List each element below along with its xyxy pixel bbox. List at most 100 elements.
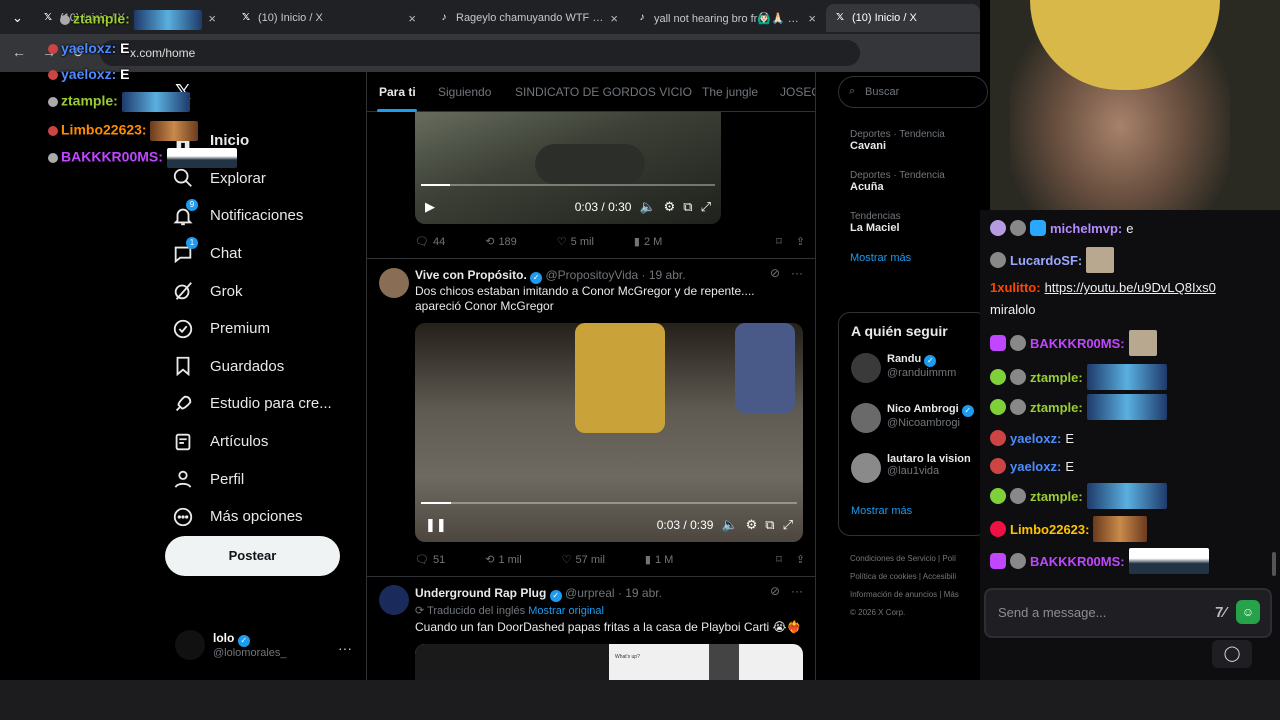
- views-button[interactable]: ▮ 1 M: [645, 553, 673, 567]
- like-button[interactable]: ♡ 5 mil: [557, 235, 594, 249]
- nav-item-mas-opciones[interactable]: Más opciones: [170, 498, 332, 536]
- badge-icon: [60, 15, 70, 25]
- nav-item-chat[interactable]: 1 Chat: [170, 235, 332, 273]
- feed-column: Para ti Siguiendo SINDICATO DE GORDOS VI…: [366, 72, 816, 680]
- video-frame: [535, 144, 645, 184]
- pip-icon[interactable]: ⧉: [765, 517, 774, 533]
- badge-icon: [990, 488, 1006, 504]
- show-original-link[interactable]: Mostrar original: [528, 605, 604, 617]
- close-tab-icon[interactable]: ×: [408, 11, 416, 26]
- pause-icon[interactable]: ❚❚: [425, 517, 447, 533]
- address-bar[interactable]: x.com/home: [100, 40, 860, 66]
- bookmark-icon[interactable]: ⌑: [776, 235, 782, 248]
- tweet-text: Dos chicos estaban imitando a Conor McGr…: [415, 284, 755, 313]
- nav-item-guardados[interactable]: Guardados: [170, 348, 332, 386]
- settings-icon[interactable]: ⚙: [664, 199, 676, 215]
- nav-item-estudio[interactable]: Estudio para cre...: [170, 385, 332, 423]
- 7tv-emote-icon[interactable]: 7⁄: [1215, 604, 1226, 621]
- browser-tab-5-active[interactable]: 𝕏 (10) Inicio / X: [826, 4, 980, 32]
- heart-icon: ♡: [561, 554, 572, 566]
- chat-icon: 1: [170, 236, 198, 267]
- follow-suggestion[interactable]: lautaro la vision @lau1vida: [851, 453, 975, 503]
- chat-bubble-icon[interactable]: ◯: [1212, 640, 1252, 668]
- nav-item-perfil[interactable]: Perfil: [170, 460, 332, 498]
- post-button[interactable]: Postear: [165, 536, 340, 576]
- account-switcher[interactable]: lolo ✓ @lolomorales_: [175, 630, 287, 660]
- more-options-icon[interactable]: ···: [791, 584, 803, 598]
- chat-link[interactable]: https://youtu.be/u9DvLQ8Ixs0: [1045, 280, 1216, 295]
- badge-icon: [1010, 369, 1026, 385]
- verified-badge-icon: ✓: [549, 590, 562, 602]
- grok-icon[interactable]: ⊘: [770, 266, 780, 280]
- emote-image: [1093, 516, 1148, 542]
- share-icon[interactable]: ⇪: [796, 235, 805, 248]
- tab-the-jungle[interactable]: The jungle: [702, 85, 758, 99]
- tab-siguiendo[interactable]: Siguiendo: [438, 85, 491, 99]
- retweet-icon: ⟲: [485, 554, 495, 566]
- reply-button[interactable]: 🗨 44: [415, 235, 445, 249]
- chat-scrollbar[interactable]: [1272, 552, 1276, 576]
- bell-icon: 9: [170, 198, 198, 229]
- retweet-icon: ⟲: [485, 236, 495, 248]
- video-player[interactable]: ❚❚ 0:03 / 0:39 🔈 ⚙ ⧉ ⤢: [415, 323, 803, 542]
- retweet-button[interactable]: ⟲ 1 mil: [485, 553, 521, 567]
- volume-icon[interactable]: 🔈: [721, 517, 737, 533]
- fullscreen-icon[interactable]: ⤢: [701, 199, 711, 215]
- follow-suggestion[interactable]: Randu ✓ @randuimmm: [851, 353, 975, 403]
- tab-joseo[interactable]: JOSEO: [780, 85, 815, 99]
- close-tab-icon[interactable]: ×: [208, 11, 216, 26]
- pip-icon[interactable]: ⧉: [683, 199, 692, 215]
- tab-para-ti[interactable]: Para ti: [379, 85, 416, 99]
- video-progress-bar[interactable]: [421, 184, 715, 186]
- nav-item-premium[interactable]: Premium: [170, 310, 332, 348]
- trend-item[interactable]: Deportes · Tendencia Cavani: [850, 129, 988, 152]
- fullscreen-icon[interactable]: ⤢: [783, 517, 793, 533]
- bookmark-icon[interactable]: ⌑: [776, 553, 782, 566]
- emote-image: [1128, 330, 1157, 356]
- tweet-image[interactable]: What's up?: [415, 644, 803, 680]
- avatar[interactable]: [379, 585, 409, 615]
- search-input[interactable]: ⌕ Buscar: [838, 76, 988, 108]
- browser-tab-3[interactable]: ♪ Rageylo chamuyando WTF #ra ×: [430, 4, 626, 32]
- video-progress-bar[interactable]: [421, 502, 797, 504]
- video-frame: [575, 323, 665, 433]
- show-more-follow-link[interactable]: Mostrar más: [851, 505, 975, 517]
- chat-message: ztample:: [990, 483, 1167, 509]
- browser-tab-2[interactable]: 𝕏 (10) Inicio / X ×: [232, 4, 424, 32]
- play-icon[interactable]: ▶: [425, 199, 435, 215]
- emote-picker-icon[interactable]: ☺: [1236, 600, 1260, 624]
- tab-sindicato[interactable]: SINDICATO DE GORDOS VICIO: [515, 85, 692, 99]
- like-button[interactable]: ♡ 57 mil: [561, 553, 605, 567]
- volume-icon[interactable]: 🔈: [639, 199, 655, 215]
- follow-suggestion[interactable]: Nico Ambrogi ✓ @Nicoambrogi: [851, 403, 975, 453]
- back-arrow-icon[interactable]: ←: [12, 44, 26, 60]
- tweet-header: Underground Rap Plug ✓ @urpreal · 19 abr…: [415, 586, 662, 602]
- show-more-trends-link[interactable]: Mostrar más: [850, 252, 988, 264]
- trend-item[interactable]: Tendencias La Maciel: [850, 211, 988, 234]
- avatar[interactable]: [379, 268, 409, 298]
- settings-icon[interactable]: ⚙: [746, 517, 758, 533]
- more-options-icon[interactable]: ···: [338, 640, 352, 656]
- nav-item-notificaciones[interactable]: 9 Notificaciones: [170, 197, 332, 235]
- nav-item-articulos[interactable]: Artículos: [170, 423, 332, 461]
- person-icon: [170, 466, 196, 492]
- chat-message: yaeloxz: E: [990, 430, 1074, 446]
- close-tab-icon[interactable]: ×: [610, 11, 618, 26]
- reply-button[interactable]: 🗨 51: [415, 553, 445, 567]
- views-button[interactable]: ▮ 2 M: [634, 235, 662, 249]
- browser-tab-4[interactable]: ♪ yall not hearing bro fr🙆🏻‍♂️🙏🏻 #le ×: [628, 4, 824, 32]
- tweet-header: Vive con Propósito. ✓ @PropositoyVida · …: [415, 268, 686, 284]
- tab-list-button[interactable]: ⌄: [4, 4, 26, 32]
- chat-message: 1xulitto: https://youtu.be/u9DvLQ8Ixs0: [990, 280, 1216, 295]
- share-icon[interactable]: ⇪: [796, 553, 805, 566]
- more-options-icon[interactable]: ···: [791, 266, 803, 280]
- close-tab-icon[interactable]: ×: [808, 11, 816, 26]
- x-logo-icon: 𝕏: [241, 12, 251, 23]
- video-player[interactable]: ▶ 0:03 / 0:30 🔈 ⚙ ⧉ ⤢: [415, 94, 721, 224]
- webcam-feed: [990, 0, 1280, 210]
- retweet-button[interactable]: ⟲ 189: [485, 235, 517, 249]
- grok-icon[interactable]: ⊘: [770, 584, 780, 598]
- trend-item[interactable]: Deportes · Tendencia Acuña: [850, 170, 988, 193]
- nav-item-grok[interactable]: Grok: [170, 272, 332, 310]
- emote-image: [1086, 394, 1167, 420]
